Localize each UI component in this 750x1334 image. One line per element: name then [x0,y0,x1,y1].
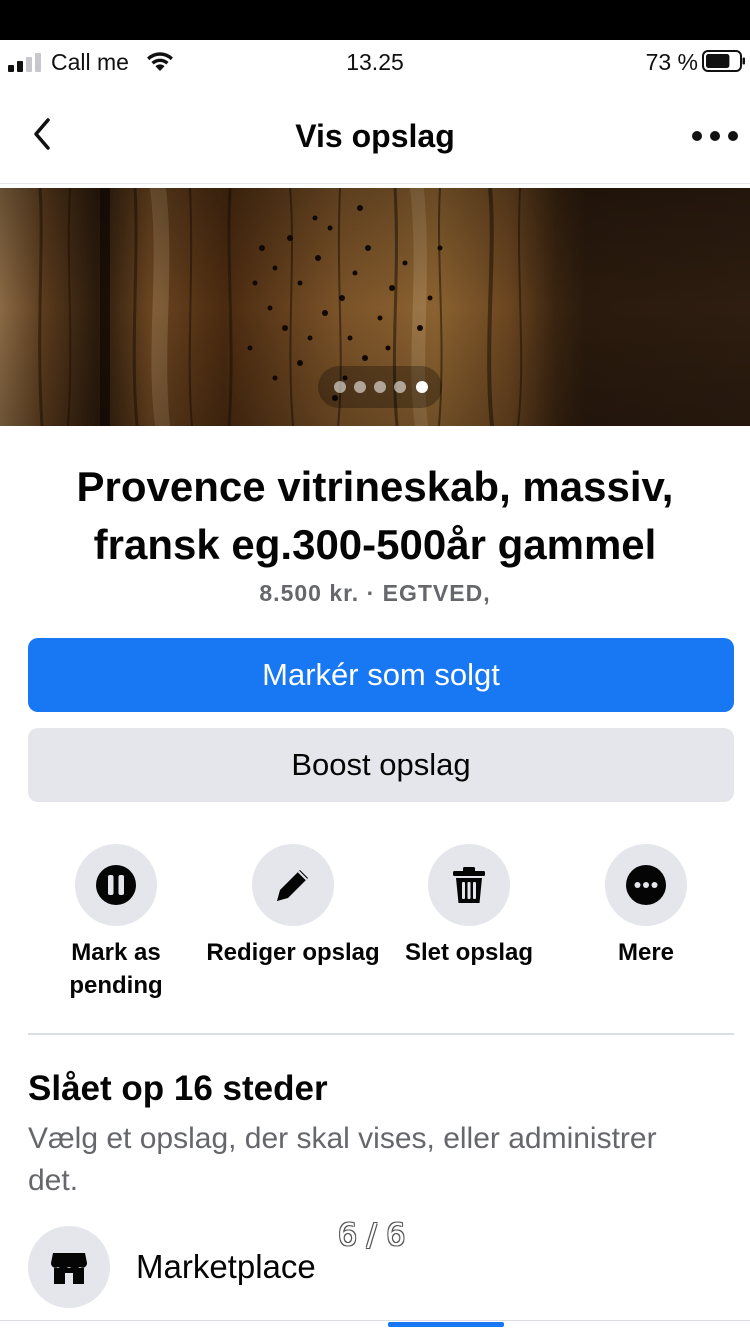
pencil-icon [277,870,308,901]
pagination-dot[interactable] [354,381,366,393]
marketplace-label[interactable]: Marketplace [136,1246,316,1288]
section-divider [28,1033,734,1035]
action-circle[interactable] [428,844,510,926]
action-circle[interactable] [252,844,334,926]
more-circle-icon [626,865,666,905]
page-title: Vis opslag [295,118,455,154]
posted-places-heading: Slået op 16 steder [28,1069,328,1108]
screenshot-top-border [0,0,750,40]
bottom-separator [0,1320,750,1321]
pagination-dot[interactable] [334,381,346,393]
more-horizontal-icon[interactable] [688,116,742,156]
navigation-bar: Vis opslag [0,88,750,184]
pagination-dot[interactable] [374,381,386,393]
battery-icon [702,50,745,72]
status-time: 13.25 [346,49,404,75]
listing-price-location: 8.500 kr. · EGTVED, [259,580,491,606]
mark-as-pending-action[interactable]: Mark as pending [28,844,204,1002]
action-label: Rediger opslag [206,939,380,966]
action-circle[interactable] [75,844,157,926]
pause-icon [96,865,136,905]
pagination-dot-active[interactable] [416,381,428,393]
screenshot-page-indicator: 6 / 6 [338,1218,406,1253]
edit-listing-action[interactable]: Rediger opslag [205,844,381,969]
trash-icon [453,867,485,903]
action-label: Mark as pending [69,939,163,999]
mark-as-sold-button[interactable]: Markér som solgt [28,638,734,712]
active-tab-indicator [388,1322,504,1327]
storefront-icon [51,1253,87,1284]
action-label: Mere [617,939,675,966]
pagination-dot[interactable] [394,381,406,393]
posted-places-description: Vælg et opslag, der skal vises, eller ad… [28,1122,657,1197]
listing-title: Provence vitrineskab, massiv, fransk eg.… [76,463,674,568]
status-bar: Call me 13.25 73 % [0,40,750,84]
battery-percentage: 73 % [645,49,698,75]
action-label: Slet opslag [404,939,534,966]
image-pagination-dots[interactable] [318,366,442,408]
boost-listing-button[interactable]: Boost opslag [28,728,734,802]
action-circle[interactable] [605,844,687,926]
delete-listing-action[interactable]: Slet opslag [381,844,557,969]
marketplace-icon-circle[interactable] [28,1226,110,1308]
more-options-action[interactable]: Mere [558,844,734,969]
